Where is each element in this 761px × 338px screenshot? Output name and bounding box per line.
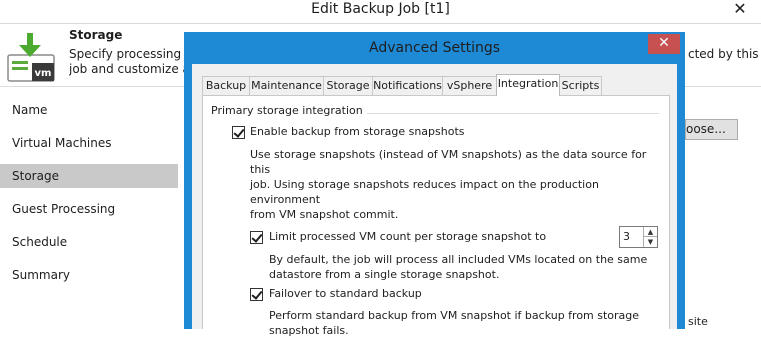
nav-item-guest-processing[interactable]: Guest Processing xyxy=(0,197,178,221)
window-title: Edit Backup Job [t1] xyxy=(311,1,450,17)
nav-item-schedule[interactable]: Schedule xyxy=(0,230,178,254)
nav-item-virtual-machines[interactable]: Virtual Machines xyxy=(0,131,178,155)
integration-panel: Primary storage integration Enable backu… xyxy=(202,95,670,337)
tab-integration[interactable]: Integration xyxy=(496,74,560,96)
dialog-body: Backup Maintenance Storage Notifications… xyxy=(192,64,677,337)
description-line: from VM snapshot commit. xyxy=(250,208,399,221)
svg-text:vm: vm xyxy=(35,68,52,79)
failover-label[interactable]: Failover to standard backup xyxy=(269,287,422,300)
window-titlebar: Edit Backup Job [t1] ✕ xyxy=(0,0,761,24)
stepper-down-icon[interactable]: ▼ xyxy=(643,237,657,247)
wizard-steps-nav: Name Virtual Machines Storage Guest Proc… xyxy=(0,90,180,329)
nav-item-storage[interactable]: Storage xyxy=(0,164,178,188)
description-line: snapshot fails. xyxy=(269,324,349,337)
background-text-fragment: site xyxy=(688,315,708,328)
enable-snapshots-description: Use storage snapshots (instead of VM sna… xyxy=(250,147,669,222)
choose-button[interactable]: oose... xyxy=(685,119,738,140)
description-line: By default, the job will process all inc… xyxy=(269,253,648,266)
nav-item-name[interactable]: Name xyxy=(0,98,178,122)
tab-scripts[interactable]: Scripts xyxy=(559,76,602,95)
limit-vm-count-description: By default, the job will process all inc… xyxy=(269,252,647,282)
group-title: Primary storage integration xyxy=(211,104,367,117)
failover-checkbox[interactable] xyxy=(250,288,263,301)
limit-vm-count-label[interactable]: Limit processed VM count per storage sna… xyxy=(269,230,546,243)
tab-notifications[interactable]: Notifications xyxy=(372,76,443,95)
tab-storage[interactable]: Storage xyxy=(323,76,373,95)
vm-storage-icon: vm xyxy=(7,33,55,82)
window-close-icon[interactable]: ✕ xyxy=(719,0,761,20)
description-line: job. Using storage snapshots reduces imp… xyxy=(250,178,599,206)
header-desc-fragment: cted by this xyxy=(688,47,759,61)
vm-count-stepper[interactable]: 3 ▲ ▼ xyxy=(619,226,658,248)
stepper-up-icon[interactable]: ▲ xyxy=(643,227,657,237)
description-line: datastore from a single storage snapshot… xyxy=(269,268,500,281)
advanced-settings-dialog: Advanced Settings ✕ Backup Maintenance S… xyxy=(184,32,685,337)
tab-backup[interactable]: Backup xyxy=(202,76,250,95)
enable-storage-snapshots-checkbox[interactable] xyxy=(232,126,245,139)
description-line: Use storage snapshots (instead of VM sna… xyxy=(250,148,647,176)
limit-vm-count-checkbox[interactable] xyxy=(250,231,263,244)
dialog-titlebar: Advanced Settings ✕ xyxy=(184,32,685,64)
dialog-close-button[interactable]: ✕ xyxy=(648,34,680,54)
description-line: Perform standard backup from VM snapshot… xyxy=(269,309,640,322)
failover-description: Perform standard backup from VM snapshot… xyxy=(269,308,639,338)
tab-vsphere[interactable]: vSphere xyxy=(442,76,497,95)
enable-storage-snapshots-label[interactable]: Enable backup from storage snapshots xyxy=(250,125,465,138)
nav-item-summary[interactable]: Summary xyxy=(0,263,178,287)
tab-maintenance[interactable]: Maintenance xyxy=(249,76,324,95)
vm-count-value[interactable]: 3 xyxy=(623,230,630,243)
header-title: Storage xyxy=(69,28,123,42)
dialog-title: Advanced Settings xyxy=(368,40,501,56)
